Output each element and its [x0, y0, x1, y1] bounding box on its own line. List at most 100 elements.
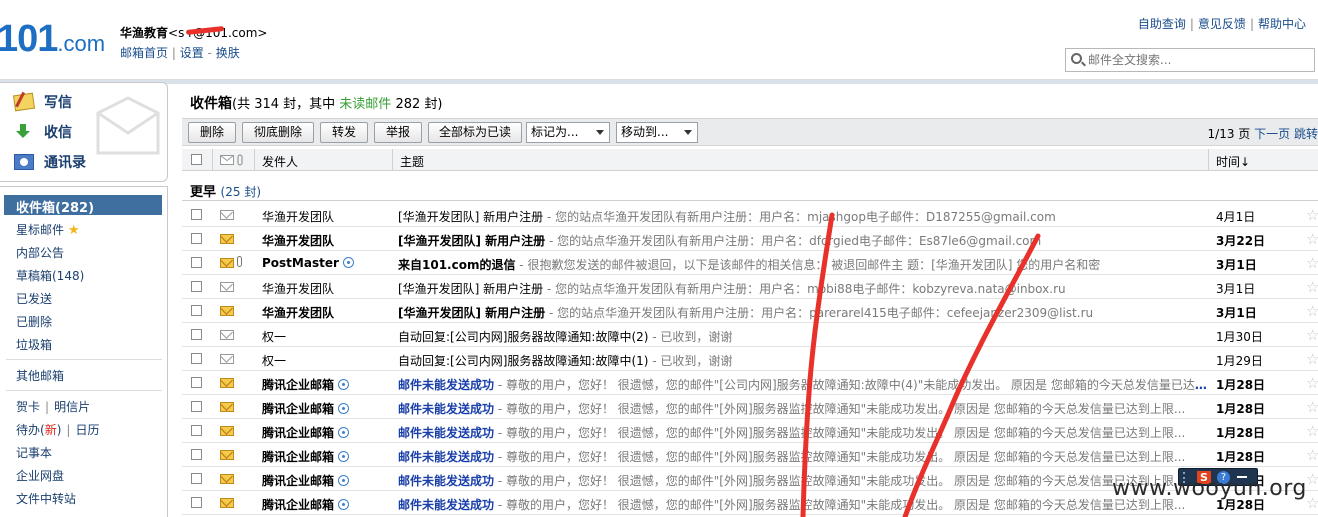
row-checkbox[interactable] — [191, 425, 202, 436]
time-column-header[interactable]: 时间↓ — [1216, 153, 1250, 170]
folder-other-mailboxes[interactable]: 其他邮箱 — [16, 367, 64, 384]
email-subject[interactable]: 自动回复:[公司内网]服务器故障通知:故障中(1) - 已收到，谢谢 — [398, 352, 1208, 369]
email-subject[interactable]: 邮件未能发送成功 - 尊敬的用户，您好！ 很遗憾，您的邮件"[外网]服务器监控故… — [398, 400, 1208, 417]
folder-inbox[interactable]: 收件箱(282) — [4, 195, 162, 216]
star-toggle-icon[interactable]: ☆ — [1306, 470, 1318, 488]
move-to-select[interactable]: 移动到... — [616, 122, 698, 143]
row-checkbox[interactable] — [191, 401, 202, 412]
next-page-link[interactable]: 下一页 — [1254, 127, 1290, 141]
help-center-link[interactable]: 帮助中心 — [1258, 17, 1306, 31]
settings-link[interactable]: 设置 — [180, 46, 204, 60]
jump-link[interactable]: 跳转 — [1294, 127, 1318, 141]
sender-column-header[interactable]: 发件人 — [262, 153, 298, 170]
row-checkbox[interactable] — [191, 233, 202, 244]
email-subject[interactable]: [华渔开发团队] 新用户注册 - 您的站点华渔开发团队有新用户注册：用户名：pa… — [398, 304, 1208, 321]
purge-button[interactable]: 彻底删除 — [242, 122, 314, 143]
table-row[interactable]: 华渔开发团队 [华渔开发团队] 新用户注册 - 您的站点华渔开发团队有新用户注册：… — [182, 275, 1318, 299]
star-toggle-icon[interactable]: ☆ — [1306, 422, 1318, 440]
change-skin-link[interactable]: 换肤 — [216, 46, 240, 60]
email-subject[interactable]: 邮件未能发送成功 - 尊敬的用户，您好！ 很遗憾，您的邮件"[外网]服务器监控故… — [398, 496, 1208, 513]
table-row[interactable]: 权一 自动回复:[公司内网]服务器故障通知:故障中(2) - 已收到，谢谢 1月30… — [182, 323, 1318, 347]
mark-all-read-button[interactable]: 全部标为已读 — [428, 122, 522, 143]
email-subject[interactable]: 邮件未能发送成功 - 尊敬的用户，您好！ 很遗憾，您的邮件"[公司内网]服务器故… — [398, 376, 1208, 393]
mailbox-home-link[interactable]: 邮箱首页 — [120, 46, 168, 60]
sender-name: 腾讯企业邮箱 — [262, 400, 350, 417]
table-row[interactable]: 腾讯企业邮箱 邮件未能发送成功 - 尊敬的用户，您好！ 很遗憾，您的邮件"[外网]… — [182, 443, 1318, 467]
star-toggle-icon[interactable]: ☆ — [1306, 494, 1318, 512]
folder-announcements[interactable]: 内部公告 — [16, 244, 64, 261]
star-toggle-icon[interactable]: ☆ — [1306, 350, 1318, 368]
row-checkbox[interactable] — [191, 377, 202, 388]
star-toggle-icon[interactable]: ☆ — [1306, 230, 1318, 248]
page-info: 1/13 页 — [1207, 127, 1251, 141]
sender-name: 华渔开发团队 — [262, 306, 335, 320]
email-subject[interactable]: 来自101.com的退信 - 很抱歉您发送的邮件被退回，以下是该邮件的相关信息：… — [398, 256, 1208, 273]
email-preview: - 尊敬的用户，您好！ 很遗憾，您的邮件"[外网]服务器监控故障通知"未能成功发… — [494, 498, 1186, 512]
email-subject[interactable]: [华渔开发团队] 新用户注册 - 您的站点华渔开发团队有新用户注册：用户名：df… — [398, 232, 1208, 249]
file-transfer-link[interactable]: 文件中转站 — [16, 490, 76, 507]
table-row[interactable]: 华渔开发团队 [华渔开发团队] 新用户注册 - 您的站点华渔开发团队有新用户注册：… — [182, 203, 1318, 227]
star-toggle-icon[interactable]: ☆ — [1306, 206, 1318, 224]
email-preview: - 尊敬的用户，您好！ 很遗憾，您的邮件"[外网]服务器监控故障通知"未能成功发… — [494, 402, 1186, 416]
receive-button[interactable]: 收信 — [14, 122, 72, 142]
select-all-checkbox[interactable] — [191, 154, 202, 165]
forward-button[interactable]: 转发 — [320, 122, 368, 143]
folder-sent[interactable]: 已发送 — [16, 290, 52, 307]
email-subject[interactable]: 邮件未能发送成功 - 尊敬的用户，您好！ 很遗憾，您的邮件"[外网]服务器监控故… — [398, 472, 1208, 489]
report-button[interactable]: 举报 — [374, 122, 422, 143]
feedback-link[interactable]: 意见反馈 — [1198, 17, 1246, 31]
unread-envelope-icon — [220, 498, 234, 508]
star-toggle-icon[interactable]: ☆ — [1306, 398, 1318, 416]
star-toggle-icon[interactable]: ☆ — [1306, 446, 1318, 464]
folder-title: 收件箱 — [190, 96, 232, 112]
email-subject[interactable]: 邮件未能发送成功 - 尊敬的用户，您好！ 很遗憾，您的邮件"[外网]服务器监控故… — [398, 448, 1208, 465]
folder-deleted[interactable]: 已删除 — [16, 313, 52, 330]
group-count[interactable]: (25 封) — [221, 185, 261, 199]
star-toggle-icon[interactable]: ☆ — [1306, 326, 1318, 344]
contacts-button[interactable]: 通讯录 — [14, 152, 86, 172]
calendar-link[interactable]: 日历 — [75, 423, 99, 437]
delete-button[interactable]: 删除 — [188, 122, 236, 143]
email-subject[interactable]: [华渔开发团队] 新用户注册 - 您的站点华渔开发团队有新用户注册：用户名：mo… — [398, 280, 1208, 297]
folder-junk[interactable]: 垃圾箱 — [16, 336, 52, 353]
email-preview: - 您的站点华渔开发团队有新用户注册：用户名：dforgied电子邮件：Es87… — [545, 234, 1042, 248]
row-checkbox[interactable] — [191, 353, 202, 364]
table-row[interactable]: 华渔开发团队 [华渔开发团队] 新用户注册 - 您的站点华渔开发团队有新用户注册：… — [182, 299, 1318, 323]
search-input[interactable] — [1088, 51, 1308, 69]
star-toggle-icon[interactable]: ☆ — [1306, 302, 1318, 320]
star-toggle-icon[interactable]: ☆ — [1306, 254, 1318, 272]
email-subject[interactable]: [华渔开发团队] 新用户注册 - 您的站点华渔开发团队有新用户注册：用户名：mj… — [398, 208, 1208, 225]
self-service-link[interactable]: 自助查询 — [1138, 17, 1186, 31]
star-toggle-icon[interactable]: ☆ — [1306, 374, 1318, 392]
table-row[interactable]: 腾讯企业邮箱 邮件未能发送成功 - 尊敬的用户，您好！ 很遗憾，您的邮件"[公司内… — [182, 371, 1318, 395]
table-row[interactable]: 腾讯企业邮箱 邮件未能发送成功 - 尊敬的用户，您好！ 很遗憾，您的邮件"[外网]… — [182, 419, 1318, 443]
folder-starred[interactable]: 星标邮件 ★ — [16, 221, 80, 238]
row-checkbox[interactable] — [191, 449, 202, 460]
table-row[interactable]: PostMaster 来自101.com的退信 - 很抱歉您发送的邮件被退回，以下… — [182, 251, 1318, 275]
table-row[interactable]: 华渔开发团队 [华渔开发团队] 新用户注册 - 您的站点华渔开发团队有新用户注册：… — [182, 227, 1318, 251]
todo-link[interactable]: 待办(新) — [16, 423, 61, 437]
row-checkbox[interactable] — [191, 305, 202, 316]
subject-column-header[interactable]: 主题 — [400, 153, 424, 170]
star-toggle-icon[interactable]: ☆ — [1306, 278, 1318, 296]
row-checkbox[interactable] — [191, 473, 202, 484]
unread-link[interactable]: 未读邮件 — [339, 97, 391, 112]
folder-drafts[interactable]: 草稿箱(148) — [16, 267, 84, 284]
row-checkbox[interactable] — [191, 257, 202, 268]
search-box[interactable] — [1065, 48, 1315, 72]
email-subject[interactable]: 自动回复:[公司内网]服务器故障通知:故障中(2) - 已收到，谢谢 — [398, 328, 1208, 345]
mark-as-select[interactable]: 标记为... — [526, 122, 610, 143]
greeting-card-link[interactable]: 贺卡 — [16, 400, 40, 414]
row-checkbox[interactable] — [191, 281, 202, 292]
unread-envelope-icon — [220, 234, 234, 244]
table-row[interactable]: 腾讯企业邮箱 邮件未能发送成功 - 尊敬的用户，您好！ 很遗憾，您的邮件"[外网]… — [182, 395, 1318, 419]
postcard-link[interactable]: 明信片 — [54, 400, 90, 414]
compose-button[interactable]: 写信 — [12, 92, 72, 112]
row-checkbox[interactable] — [191, 497, 202, 508]
notebook-link[interactable]: 记事本 — [16, 444, 52, 461]
row-checkbox[interactable] — [191, 329, 202, 340]
row-checkbox[interactable] — [191, 209, 202, 220]
netdisk-link[interactable]: 企业网盘 — [16, 467, 64, 484]
email-subject[interactable]: 邮件未能发送成功 - 尊敬的用户，您好！ 很遗憾，您的邮件"[外网]服务器监控故… — [398, 424, 1208, 441]
table-row[interactable]: 权一 自动回复:[公司内网]服务器故障通知:故障中(1) - 已收到，谢谢 1月29… — [182, 347, 1318, 371]
